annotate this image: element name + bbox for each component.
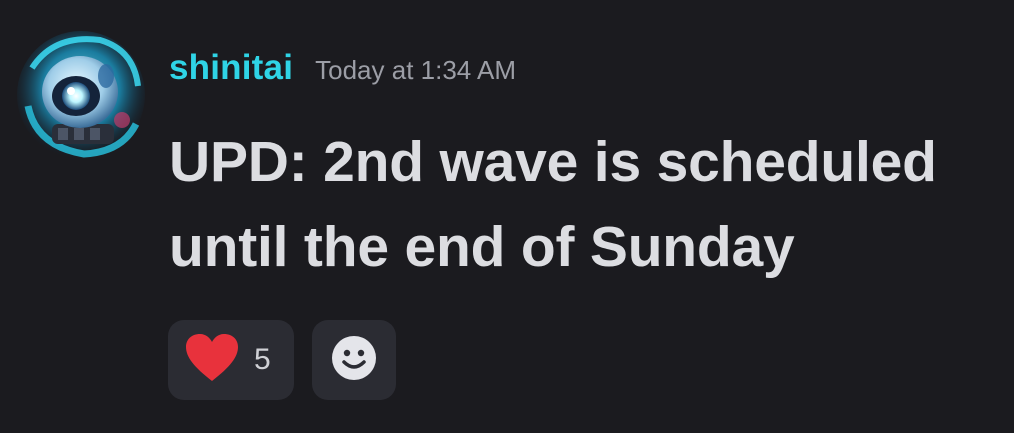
add-reaction-button[interactable] [312, 320, 396, 400]
reaction-heart[interactable]: 5 [168, 320, 294, 400]
smiley-icon [330, 334, 378, 387]
robot-avatar-icon [17, 31, 145, 159]
username[interactable]: shinitai [169, 48, 293, 88]
chat-message: shinitai Today at 1:34 AM UPD: 2nd wave … [0, 0, 1014, 433]
avatar[interactable] [14, 28, 149, 163]
heart-icon [184, 333, 240, 388]
reaction-count: 5 [254, 343, 271, 376]
reactions-bar: 5 [168, 320, 396, 400]
message-header: shinitai Today at 1:34 AM [169, 48, 1000, 96]
timestamp[interactable]: Today at 1:34 AM [315, 55, 516, 86]
message-content: shinitai Today at 1:34 AM UPD: 2nd wave … [169, 48, 1000, 290]
message-text: UPD: 2nd wave is scheduled until the end… [169, 130, 937, 279]
